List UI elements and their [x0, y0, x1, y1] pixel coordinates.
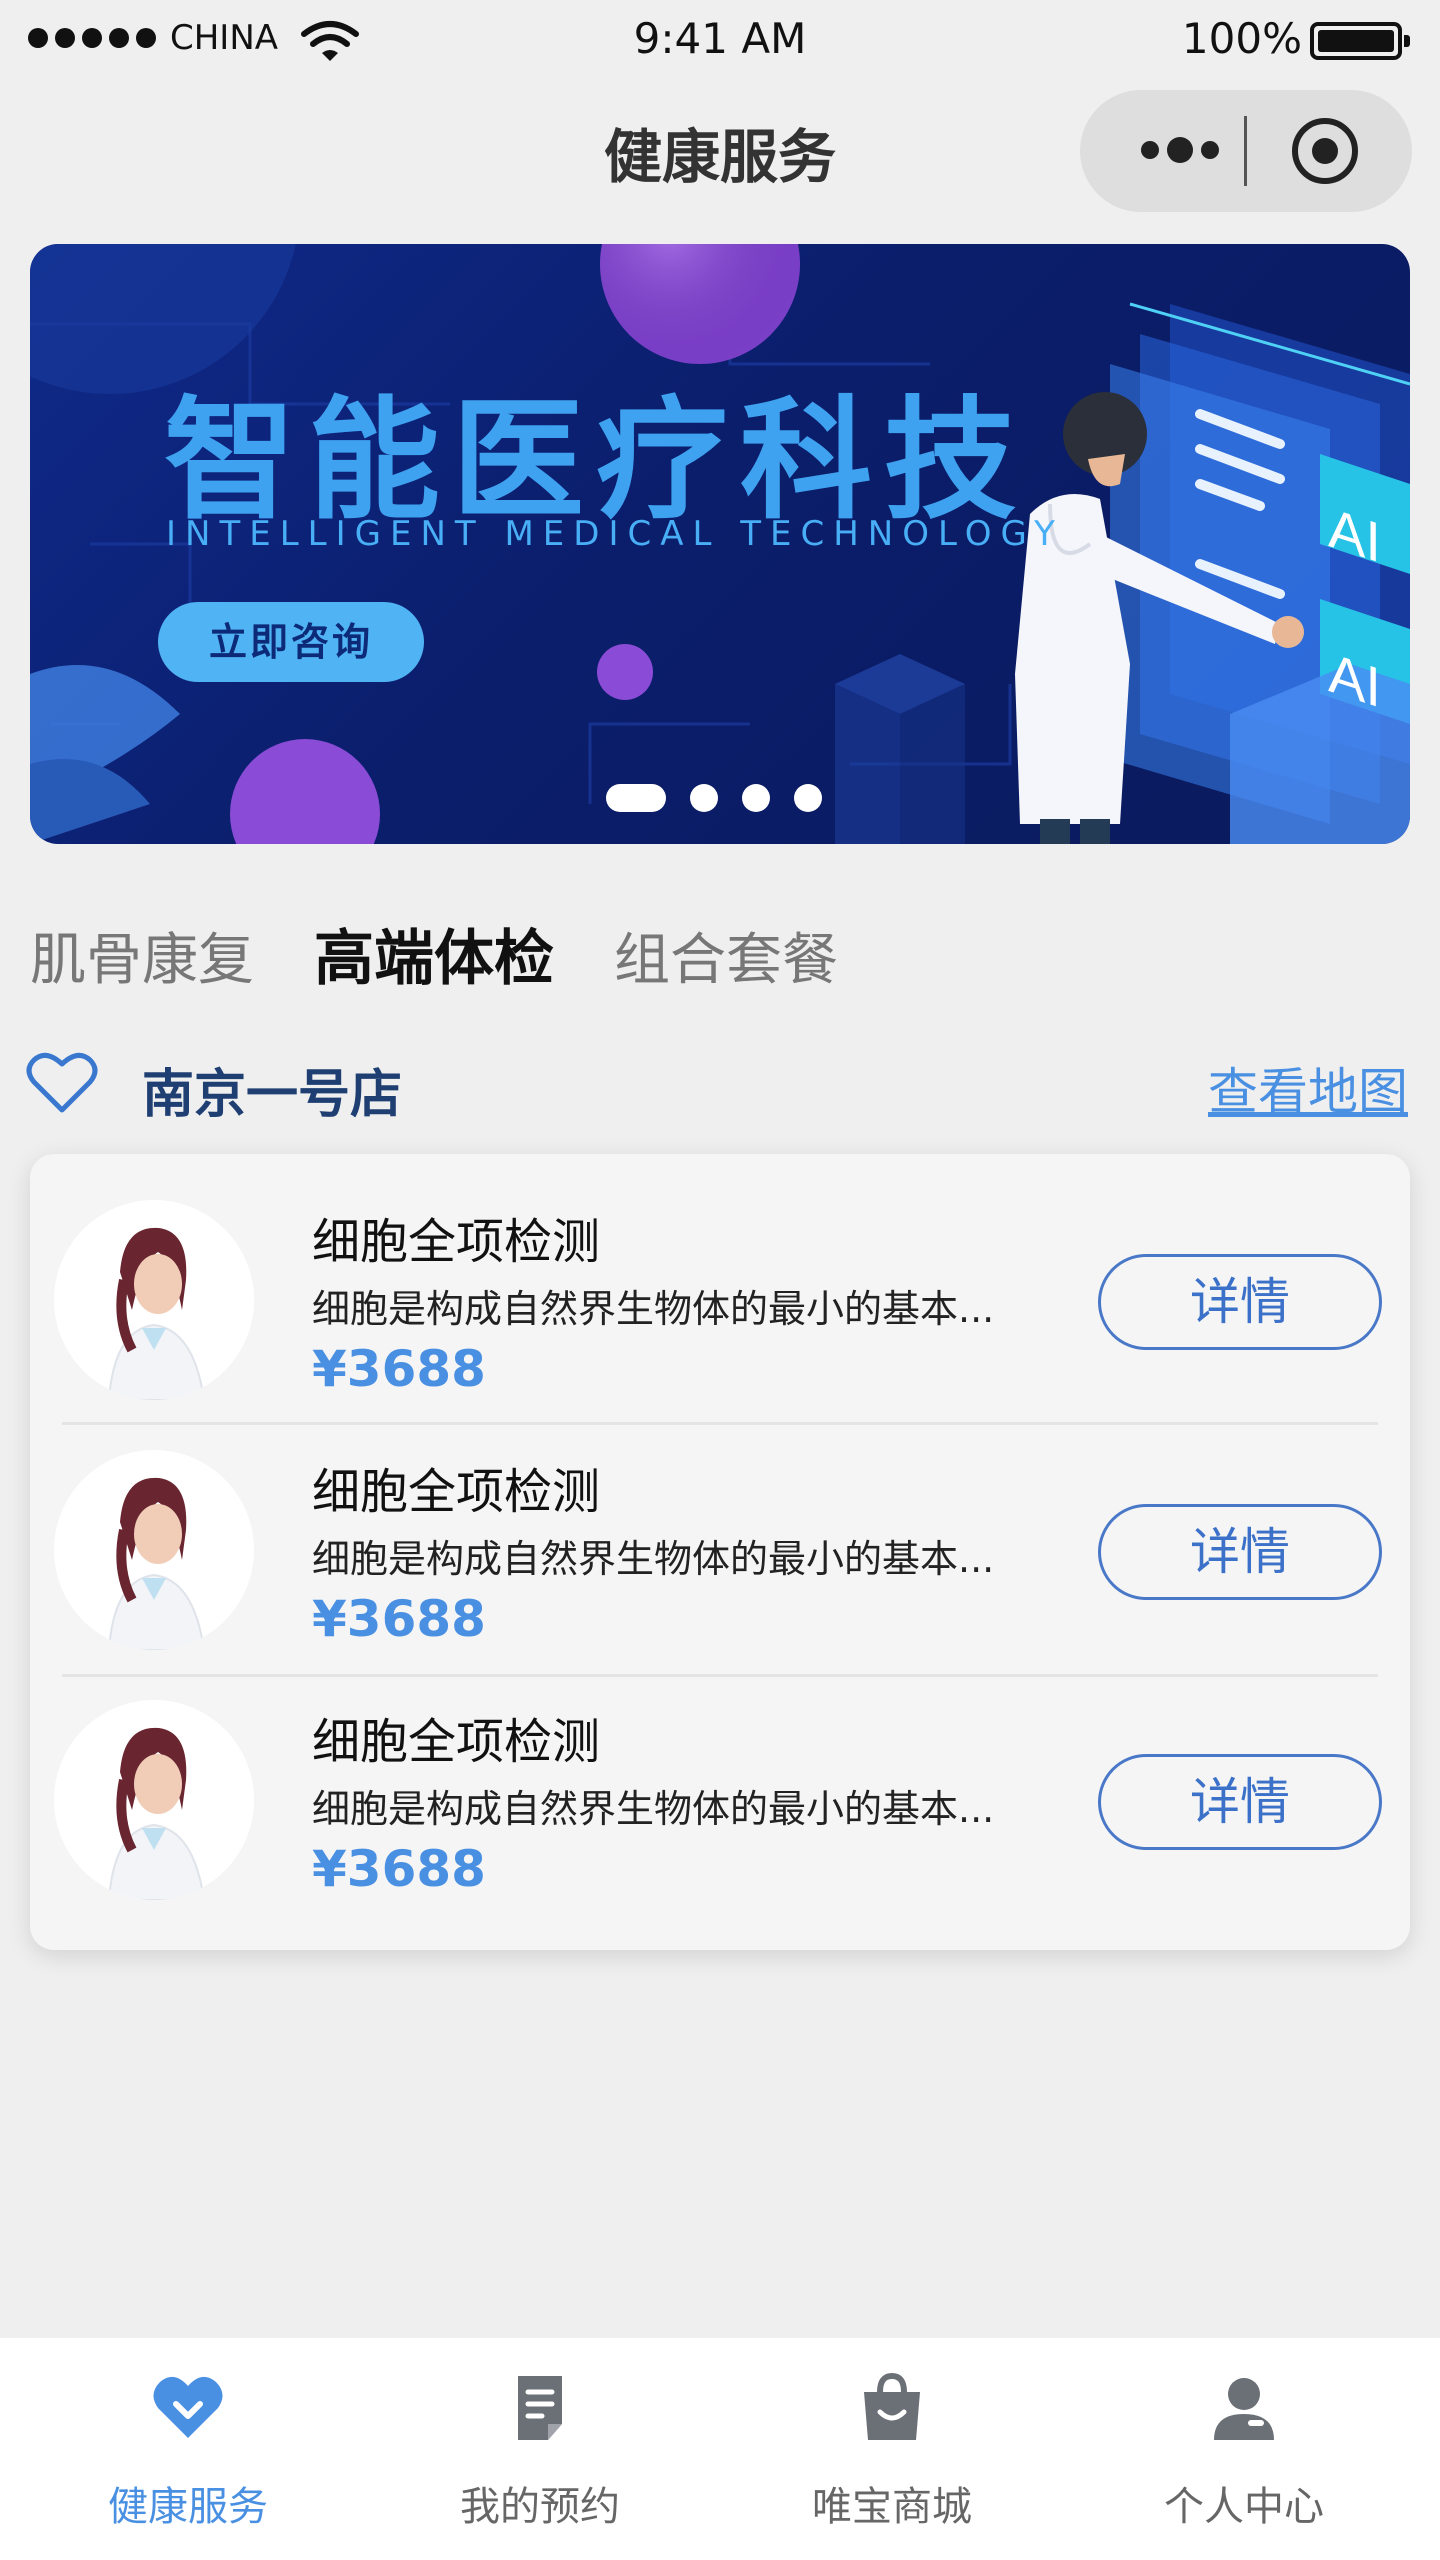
item-price: ¥3688 — [312, 1340, 486, 1398]
item-title: 细胞全项检测 — [312, 1714, 601, 1770]
app-page: CHINA 9:41 AM 100% 健康服务 智能医疗科技 INTELLIGE… — [0, 0, 1440, 2560]
battery-icon — [1310, 22, 1410, 60]
tabbar-label: 我的预约 — [460, 2484, 620, 2530]
item-title: 细胞全项检测 — [312, 1214, 601, 1270]
store-name: 南京一号店 — [142, 1065, 403, 1125]
item-price: ¥3688 — [312, 1590, 486, 1648]
item-description: 细胞是构成自然界生物体的最小的基本... — [312, 1787, 995, 1831]
doctor-avatar — [54, 1700, 254, 1900]
heart-outline-icon[interactable] — [26, 1050, 98, 1116]
consult-now-button[interactable]: 立即咨询 — [158, 602, 424, 682]
view-map-link[interactable]: 查看地图 — [1208, 1052, 1408, 1124]
product-list-card: 细胞全项检测 细胞是构成自然界生物体的最小的基本... ¥3688 详情 细胞全… — [30, 1154, 1410, 1950]
carousel-dot-4[interactable] — [794, 784, 822, 812]
shopping-bag-icon — [864, 2372, 920, 2440]
item-title: 细胞全项检测 — [312, 1464, 601, 1520]
heart-shield-icon — [153, 2376, 223, 2438]
target-circle-icon[interactable] — [1290, 116, 1360, 186]
list-item[interactable]: 细胞全项检测 细胞是构成自然界生物体的最小的基本... ¥3688 详情 — [30, 1404, 1410, 1652]
tab-combo-packages[interactable]: 组合套餐 — [614, 915, 838, 996]
promo-banner[interactable]: 智能医疗科技 INTELLIGENT MEDICAL TECHNOLOGY AI… — [30, 244, 1410, 844]
document-icon — [518, 2376, 562, 2440]
details-button[interactable]: 详情 — [1098, 1754, 1382, 1850]
status-bar: CHINA 9:41 AM 100% — [0, 0, 1440, 80]
tabbar-label: 唯宝商城 — [812, 2484, 972, 2530]
doctor-avatar — [54, 1200, 254, 1400]
carousel-dot-3[interactable] — [742, 784, 770, 812]
mini-program-capsule — [1080, 90, 1412, 212]
user-icon — [1214, 2378, 1274, 2440]
ai-label-1: AI — [1328, 496, 1381, 576]
doctor-avatar — [54, 1450, 254, 1650]
bottom-tab-bar: 健康服务 我的预约 唯宝商城 个人中心 — [0, 2338, 1440, 2560]
tabbar-item-profile[interactable]: 个人中心 — [1064, 2338, 1424, 2560]
item-description: 细胞是构成自然界生物体的最小的基本... — [312, 1537, 995, 1581]
tabbar-label: 个人中心 — [1164, 2484, 1324, 2530]
carousel-dot-2[interactable] — [690, 784, 718, 812]
details-button[interactable]: 详情 — [1098, 1504, 1382, 1600]
carousel-indicator — [606, 784, 822, 812]
ai-labels: AI AI — [1328, 496, 1381, 721]
more-dots-icon[interactable] — [1130, 130, 1250, 170]
item-description: 细胞是构成自然界生物体的最小的基本... — [312, 1287, 995, 1331]
list-item[interactable]: 细胞全项检测 细胞是构成自然界生物体的最小的基本... ¥3688 详情 — [30, 1654, 1410, 1902]
tab-premium-checkup[interactable]: 高端体检 — [314, 910, 554, 997]
list-item[interactable]: 细胞全项检测 细胞是构成自然界生物体的最小的基本... ¥3688 详情 — [30, 1154, 1410, 1402]
tabbar-item-shop[interactable]: 唯宝商城 — [712, 2338, 1072, 2560]
tabbar-label: 健康服务 — [108, 2484, 268, 2530]
capsule-divider — [1244, 116, 1247, 186]
tab-musculoskeletal-rehab[interactable]: 肌骨康复 — [30, 915, 254, 996]
item-price: ¥3688 — [312, 1840, 486, 1898]
ai-label-2: AI — [1328, 641, 1381, 721]
tabbar-item-health-services[interactable]: 健康服务 — [8, 2338, 368, 2560]
category-tabs: 肌骨康复 高端体检 组合套餐 — [30, 910, 838, 997]
details-button[interactable]: 详情 — [1098, 1254, 1382, 1350]
battery-percentage: 100% — [1181, 14, 1302, 63]
tabbar-item-my-appointments[interactable]: 我的预约 — [360, 2338, 720, 2560]
carousel-dot-1[interactable] — [606, 784, 666, 812]
